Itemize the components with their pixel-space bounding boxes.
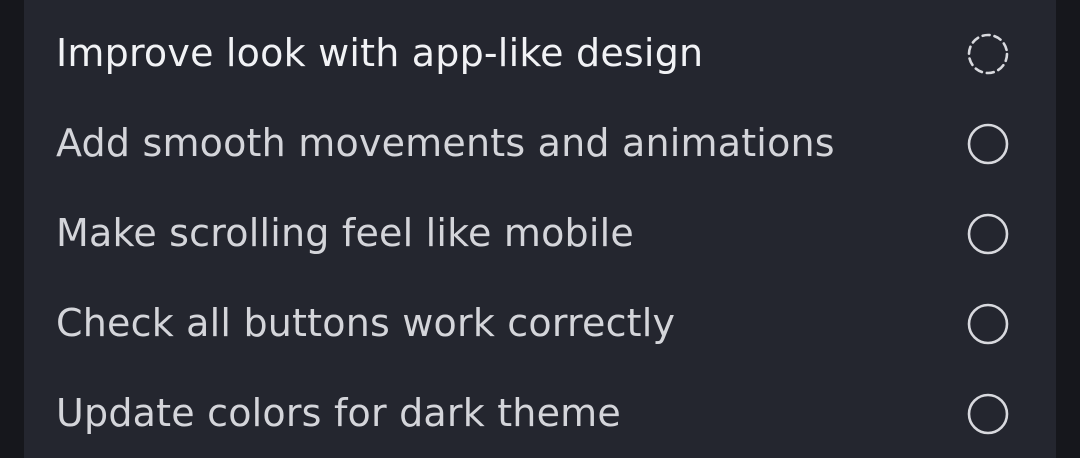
task-label: Improve look with app-like design: [56, 31, 704, 75]
task-list: Improve look with app-like design Add sm…: [24, 8, 1056, 458]
empty-circle-icon[interactable]: [966, 122, 1010, 166]
task-item-dark-theme-colors[interactable]: Update colors for dark theme: [24, 368, 1056, 458]
task-label: Update colors for dark theme: [56, 391, 621, 435]
task-panel: Improve look with app-like design Add sm…: [24, 0, 1056, 458]
dashed-circle-icon[interactable]: [966, 32, 1010, 76]
task-label: Check all buttons work correctly: [56, 301, 676, 345]
empty-circle-icon[interactable]: [966, 392, 1010, 436]
task-item-improve-look[interactable]: Improve look with app-like design: [24, 8, 1056, 98]
empty-circle-icon[interactable]: [966, 302, 1010, 346]
task-item-mobile-scrolling[interactable]: Make scrolling feel like mobile: [24, 188, 1056, 278]
task-item-smooth-animations[interactable]: Add smooth movements and animations: [24, 98, 1056, 188]
empty-circle-icon[interactable]: [966, 212, 1010, 256]
task-label: Make scrolling feel like mobile: [56, 211, 634, 255]
task-item-check-buttons[interactable]: Check all buttons work correctly: [24, 278, 1056, 368]
task-label: Add smooth movements and animations: [56, 121, 835, 165]
